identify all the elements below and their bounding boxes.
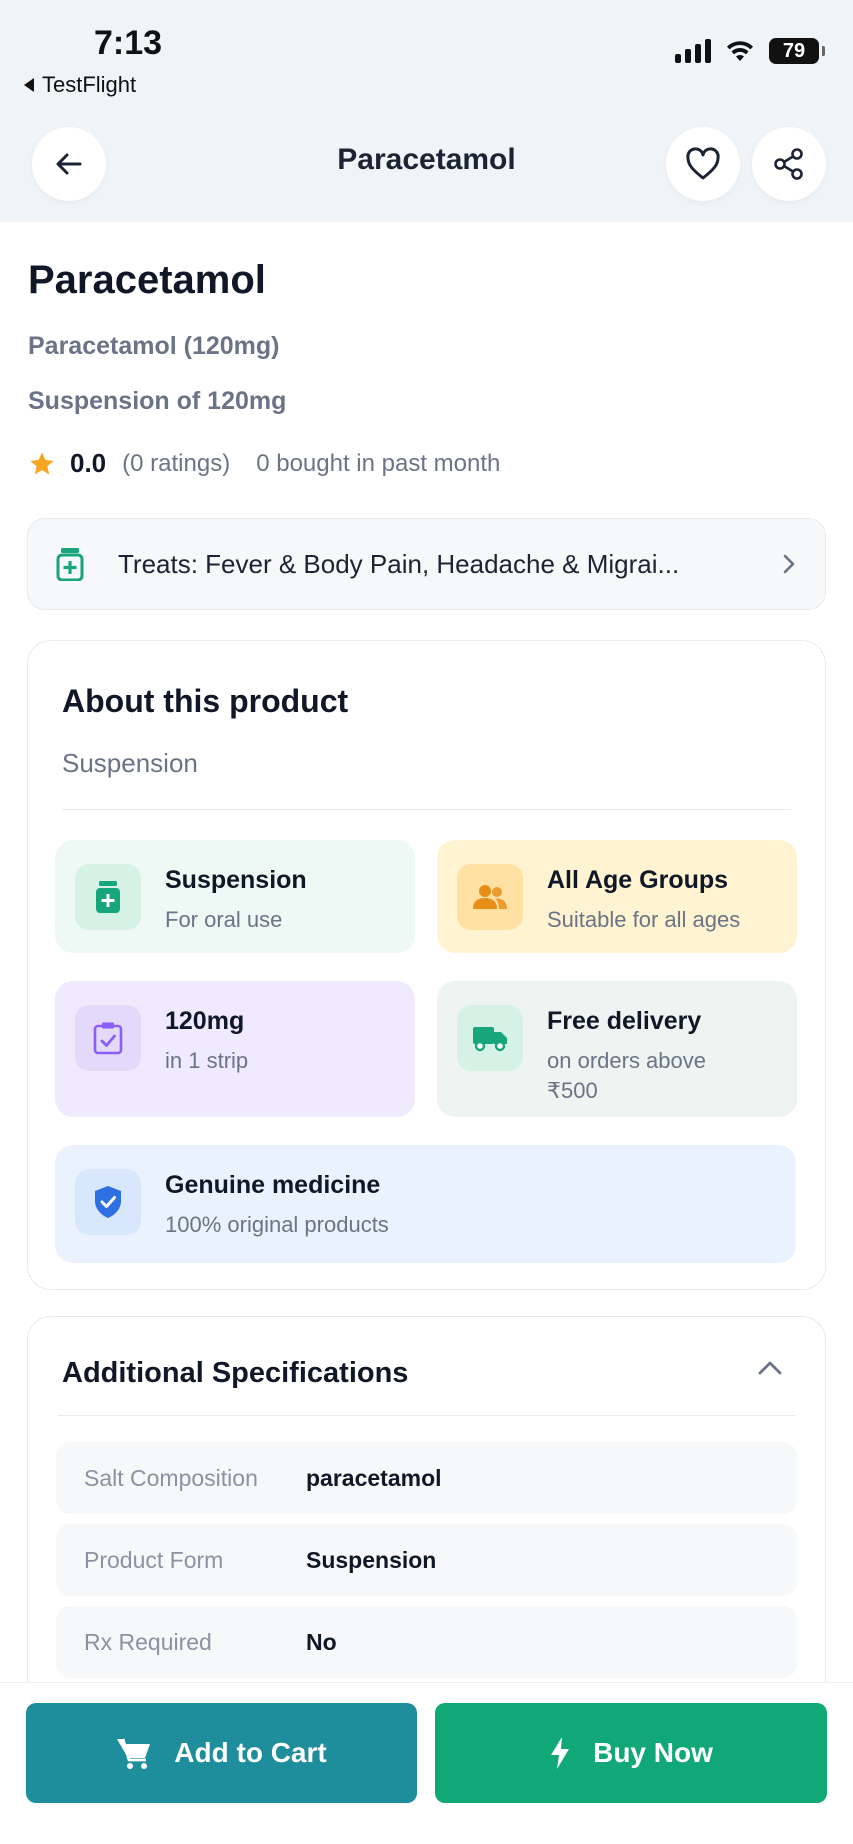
feature-title: All Age Groups <box>547 866 729 894</box>
status-indicators: 79 <box>675 38 825 64</box>
chevron-up-icon <box>758 1361 782 1375</box>
status-time: 7:13 <box>94 24 163 62</box>
specs-title: Additional Specifications <box>62 1357 409 1389</box>
feature-tile: All Age Groups Suitable for all ages <box>437 840 797 953</box>
spec-row: Salt Composition paracetamol <box>56 1442 797 1514</box>
users-icon <box>473 885 507 909</box>
wishlist-button[interactable] <box>666 127 740 201</box>
feature-title: Suspension <box>165 866 307 894</box>
icon-tile <box>457 864 523 930</box>
wifi-icon <box>727 41 753 61</box>
icon-tile <box>75 864 141 930</box>
treats-text: Treats: Fever & Body Pain, Headache & Mi… <box>118 548 680 579</box>
shopping-cart-icon <box>117 1738 151 1769</box>
spec-value: paracetamol <box>306 1464 442 1491</box>
medicine-bottle-icon <box>96 881 120 913</box>
feature-desc: in 1 strip <box>165 1048 249 1073</box>
chevron-right-icon <box>783 554 795 574</box>
product-salt: Paracetamol (120mg) <box>28 332 280 360</box>
about-card: About this product Suspension Suspension… <box>27 640 826 1290</box>
feature-tile: Free delivery on orders above ₹500 <box>437 981 797 1117</box>
share-button[interactable] <box>752 127 826 201</box>
back-triangle-icon <box>24 78 34 92</box>
spec-key: Rx Required <box>84 1628 212 1655</box>
feature-title: 120mg <box>165 1007 245 1035</box>
back-to-app[interactable]: TestFlight <box>24 72 136 98</box>
icon-tile <box>75 1005 141 1071</box>
ratings-count[interactable]: (0 ratings) <box>122 450 230 478</box>
spec-key: Product Form <box>84 1546 224 1573</box>
feature-tile: 120mg in 1 strip <box>55 981 415 1117</box>
spec-key: Salt Composition <box>84 1464 258 1491</box>
icon-tile <box>75 1169 141 1235</box>
battery-indicator: 79 <box>769 38 825 64</box>
feature-desc: For oral use <box>165 907 283 932</box>
share-icon <box>774 148 803 180</box>
collapse-specs-button[interactable] <box>757 1359 783 1382</box>
top-bar: 7:13 TestFlight 79 Paracetamol <box>0 0 853 222</box>
spec-row: Rx Required No <box>56 1606 797 1678</box>
back-app-label: TestFlight <box>42 72 137 97</box>
star-icon <box>30 451 54 474</box>
spec-row: Product Form Suspension <box>56 1524 797 1596</box>
feature-tile: Suspension For oral use <box>55 840 415 953</box>
ratings-row: 0.0 (0 ratings) 0 bought in past month <box>28 448 500 479</box>
treats-row[interactable]: Treats: Fever & Body Pain, Headache & Mi… <box>27 518 826 610</box>
bottom-action-bar: Add to Cart Buy Now <box>0 1682 853 1844</box>
about-subtitle: Suspension <box>62 748 198 778</box>
feature-tile: Genuine medicine 100% original products <box>55 1145 796 1263</box>
add-to-cart-label: Add to Cart <box>174 1737 327 1768</box>
feature-title: Free delivery <box>547 1007 702 1035</box>
buy-now-button[interactable]: Buy Now <box>435 1703 827 1803</box>
divider <box>62 809 791 810</box>
lightning-bolt-icon <box>551 1737 570 1769</box>
feature-desc: Suitable for all ages <box>547 907 741 932</box>
feature-title: Genuine medicine <box>165 1171 381 1199</box>
bought-count: 0 bought in past month <box>256 449 501 477</box>
product-form-line: Suspension of 120mg <box>28 387 287 415</box>
rating-score: 0.0 <box>70 448 107 478</box>
medicine-bottle-icon <box>56 548 84 581</box>
clipboard-check-icon <box>93 1022 123 1055</box>
spec-value: Suspension <box>306 1546 437 1573</box>
add-to-cart-button[interactable]: Add to Cart <box>26 1703 417 1803</box>
feature-desc: on orders above ₹500 <box>547 1048 706 1103</box>
delivery-truck-icon <box>473 1027 507 1052</box>
heart-icon <box>686 147 720 180</box>
spec-value: No <box>306 1628 337 1655</box>
about-title: About this product <box>62 683 349 719</box>
feature-desc: 100% original products <box>165 1212 389 1237</box>
divider <box>58 1415 795 1416</box>
icon-tile <box>457 1005 523 1071</box>
cellular-signal-icon <box>675 39 711 63</box>
shield-check-icon <box>95 1186 121 1218</box>
product-name: Paracetamol <box>28 258 266 302</box>
buy-now-label: Buy Now <box>593 1737 713 1768</box>
